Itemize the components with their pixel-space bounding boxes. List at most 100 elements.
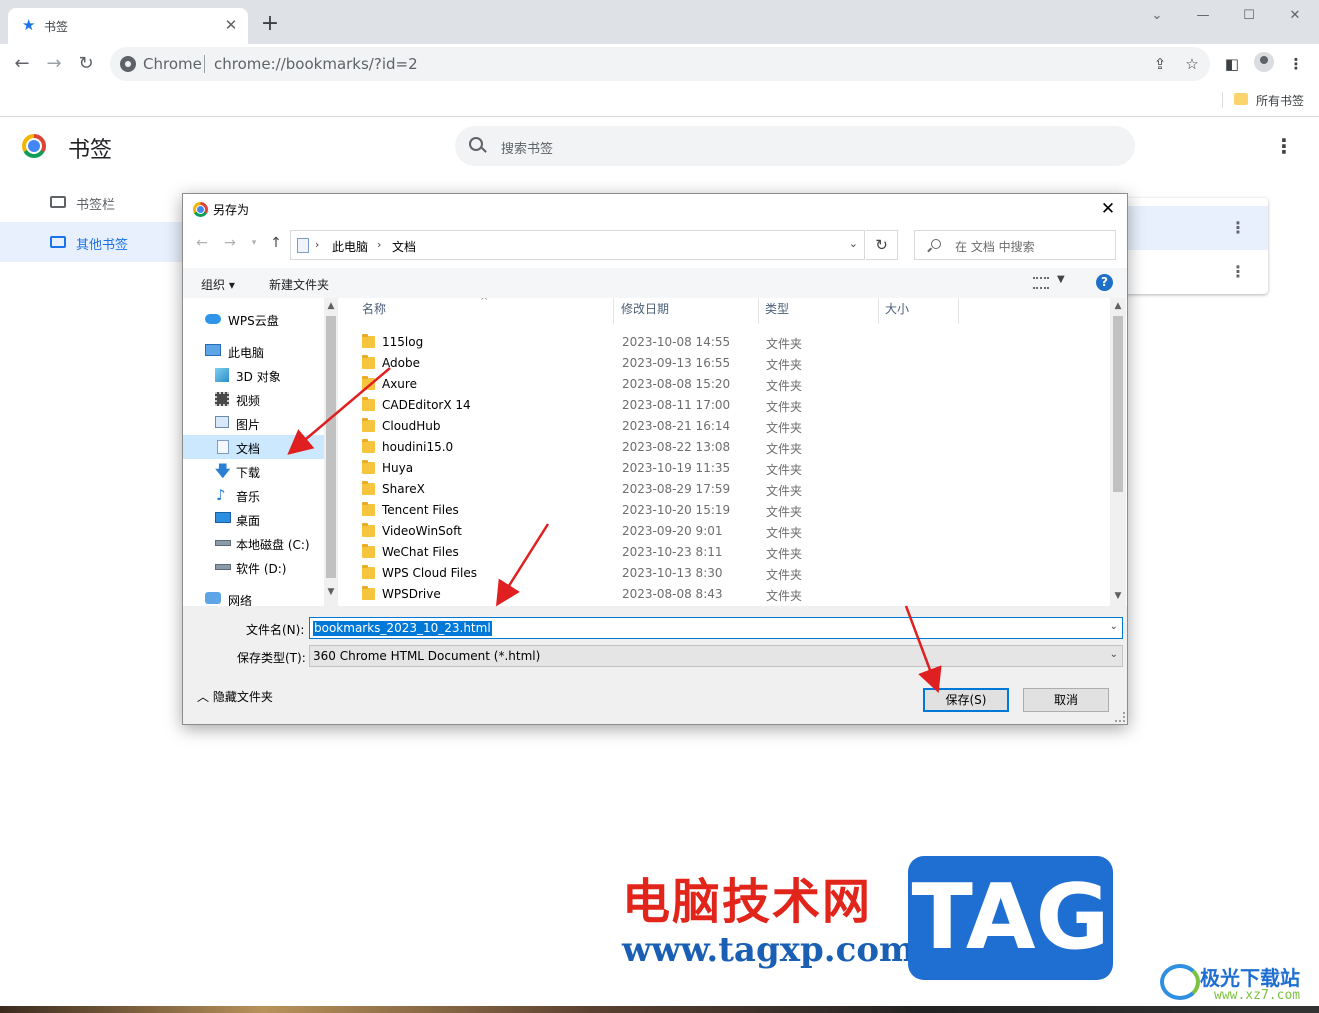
breadcrumb-this-pc[interactable]: 此电脑 — [332, 238, 368, 255]
profile-avatar[interactable] — [1254, 52, 1274, 72]
window-close-icon[interactable]: ✕ — [1280, 6, 1310, 26]
refresh-button[interactable]: ↻ — [866, 230, 898, 260]
up-icon[interactable]: ↑ — [267, 234, 285, 252]
dialog-footer: 文件名(N): bookmarks_2023_10_23.html ⌄ 保存类型… — [183, 606, 1127, 724]
file-row[interactable]: CADEditorX 14 2023-08-11 17:00 文件夹 — [356, 395, 966, 416]
file-name: 115log — [382, 335, 424, 349]
file-row[interactable]: WeChat Files 2023-10-23 8:11 文件夹 — [356, 542, 966, 563]
sidebar-item-label: 其他书签 — [76, 238, 129, 253]
scrollbar-thumb[interactable] — [326, 316, 336, 578]
chevron-down-icon[interactable]: ▼ — [1057, 274, 1065, 285]
tree-item-network[interactable]: 网络 — [183, 587, 325, 606]
browser-menu-icon[interactable]: ⋮ — [1286, 54, 1306, 74]
help-icon[interactable]: ? — [1096, 274, 1113, 291]
dialog-close-button[interactable]: ✕ — [1097, 198, 1119, 220]
file-date: 2023-08-21 16:14 — [622, 419, 731, 433]
forward-icon[interactable]: → — [42, 52, 66, 76]
folder-icon — [362, 460, 375, 474]
new-folder-button[interactable]: 新建文件夹 — [269, 276, 329, 293]
tab-bookmarks[interactable]: ★ 书签 ✕ — [8, 8, 248, 44]
tree-item-3d-objects[interactable]: 3D 对象 — [183, 363, 325, 387]
file-row[interactable]: 115log 2023-10-08 14:55 文件夹 — [356, 332, 966, 353]
column-header-type[interactable]: 类型 — [759, 298, 879, 324]
file-row[interactable]: WPSDrive 2023-08-08 8:43 文件夹 — [356, 584, 966, 605]
file-name: Adobe — [382, 356, 420, 370]
column-header-size[interactable]: 大小 — [879, 298, 959, 324]
resize-grip-icon[interactable] — [1115, 712, 1125, 722]
share-icon[interactable]: ⇪ — [1150, 54, 1170, 74]
file-row[interactable]: VideoWinSoft 2023-09-20 9:01 文件夹 — [356, 521, 966, 542]
bookmark-search-input[interactable]: 搜索书签 — [455, 126, 1135, 166]
omnibox-url: chrome://bookmarks/?id=2 — [214, 55, 418, 73]
tree-item-wps-cloud[interactable]: WPS云盘 — [183, 307, 325, 331]
file-list-scrollbar[interactable]: ▲ ▼ — [1110, 298, 1126, 606]
tree-item-drive-c[interactable]: 本地磁盘 (C:) — [183, 531, 325, 555]
filetype-select[interactable]: 360 Chrome HTML Document (*.html) ⌄ — [309, 645, 1123, 667]
download-icon: 🡇 — [215, 462, 231, 480]
organize-button[interactable]: 组织 ▾ — [201, 276, 235, 293]
chevron-down-icon[interactable]: ⌄ — [1110, 621, 1118, 632]
folder-icon[interactable] — [1234, 93, 1248, 105]
sidebar-item-other-bookmarks[interactable]: 其他书签 — [0, 222, 182, 262]
more-options-icon[interactable]: ⋮ — [1274, 134, 1294, 158]
file-type: 文件夹 — [766, 442, 803, 456]
tree-item-this-pc[interactable]: 此电脑 — [183, 339, 325, 363]
address-breadcrumb[interactable]: › 此电脑 › 文档 ⌄ — [290, 230, 865, 260]
file-row[interactable]: Huya 2023-10-19 11:35 文件夹 — [356, 458, 966, 479]
tree-item-videos[interactable]: 视频 — [183, 387, 325, 411]
breadcrumb-documents[interactable]: 文档 — [392, 238, 416, 255]
scrollbar-thumb[interactable] — [1113, 316, 1123, 492]
file-name: WPSDrive — [382, 587, 441, 601]
close-icon[interactable]: ✕ — [222, 16, 240, 34]
file-row[interactable]: Tencent Files 2023-10-20 15:19 文件夹 — [356, 500, 966, 521]
tree-item-pictures[interactable]: 图片 — [183, 411, 325, 435]
tree-item-drive-d[interactable]: 软件 (D:) — [183, 555, 325, 579]
cancel-button[interactable]: 取消 — [1023, 688, 1109, 712]
minimize-icon[interactable]: — — [1188, 6, 1218, 26]
scroll-down-icon[interactable]: ▼ — [324, 584, 338, 600]
tree-item-desktop[interactable]: 桌面 — [183, 507, 325, 531]
bookmark-star-icon[interactable]: ☆ — [1182, 54, 1202, 74]
tree-scrollbar[interactable]: ▲ ▼ — [324, 298, 338, 606]
chevron-down-icon[interactable]: ⌄ — [849, 237, 858, 250]
file-row[interactable]: Axure 2023-08-08 15:20 文件夹 — [356, 374, 966, 395]
tree-item-music[interactable]: ♪ 音乐 — [183, 483, 325, 507]
hide-folders-toggle[interactable]: ︿ 隐藏文件夹 — [197, 688, 273, 705]
file-type: 文件夹 — [766, 526, 803, 540]
file-name: WPS Cloud Files — [382, 566, 477, 580]
file-row[interactable]: houdini15.0 2023-08-22 13:08 文件夹 — [356, 437, 966, 458]
maximize-icon[interactable]: ☐ — [1234, 6, 1264, 26]
file-row[interactable]: CloudHub 2023-08-21 16:14 文件夹 — [356, 416, 966, 437]
save-button[interactable]: 保存(S) — [923, 688, 1009, 712]
reload-icon[interactable]: ↻ — [74, 52, 98, 76]
scroll-down-icon[interactable]: ▼ — [1111, 588, 1125, 604]
scroll-up-icon[interactable]: ▲ — [1111, 298, 1125, 314]
back-icon[interactable]: ← — [193, 234, 211, 252]
chevron-down-icon[interactable]: ⌄ — [1110, 649, 1118, 660]
file-row[interactable]: ShareX 2023-08-29 17:59 文件夹 — [356, 479, 966, 500]
tab-search-icon[interactable]: ⌄ — [1142, 6, 1172, 26]
forward-icon[interactable]: → — [221, 234, 239, 252]
tree-item-documents[interactable]: 文档 — [183, 435, 325, 459]
column-header-date[interactable]: 修改日期 — [615, 298, 759, 324]
chevron-right-icon[interactable]: › — [315, 238, 319, 251]
view-options-icon[interactable] — [1033, 277, 1049, 289]
address-bar[interactable]: Chrome chrome://bookmarks/?id=2 ⇪ ☆ — [110, 47, 1210, 81]
omnibox-site-name: Chrome — [143, 55, 202, 73]
all-bookmarks-link[interactable]: 所有书签 — [1256, 92, 1304, 109]
tree-item-downloads[interactable]: 🡇 下载 — [183, 459, 325, 483]
more-options-icon[interactable]: ⋮ — [1228, 216, 1248, 240]
filename-input[interactable]: bookmarks_2023_10_23.html ⌄ — [309, 617, 1123, 639]
side-panel-icon[interactable]: ◧ — [1222, 54, 1242, 74]
folder-icon — [362, 565, 375, 579]
recent-locations-icon[interactable]: ▾ — [245, 234, 263, 252]
sidebar-item-bookmarks-bar[interactable]: 书签栏 — [0, 182, 182, 222]
back-icon[interactable]: ← — [10, 52, 34, 76]
file-row[interactable]: WPS Cloud Files 2023-10-13 8:30 文件夹 — [356, 563, 966, 584]
scroll-up-icon[interactable]: ▲ — [324, 298, 338, 314]
chevron-right-icon[interactable]: › — [377, 238, 381, 251]
new-tab-button[interactable]: + — [260, 13, 280, 35]
folder-search-input[interactable]: 在 文档 中搜索 — [914, 230, 1116, 260]
more-options-icon[interactable]: ⋮ — [1228, 260, 1248, 284]
file-row[interactable]: Adobe 2023-09-13 16:55 文件夹 — [356, 353, 966, 374]
